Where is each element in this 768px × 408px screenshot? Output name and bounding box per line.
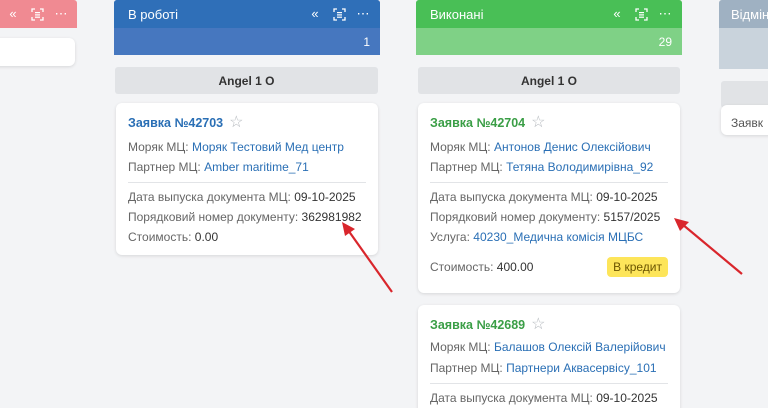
column-header-done: Виконані « ⋯ 29 xyxy=(416,0,682,55)
collapse-icon[interactable]: « xyxy=(308,7,322,21)
partner-label: Партнер МЦ: xyxy=(430,361,503,375)
star-icon[interactable]: ☆ xyxy=(229,115,243,131)
order-title[interactable]: Заявк xyxy=(731,116,763,130)
group-header[interactable]: Angel 1 O xyxy=(418,67,680,94)
partial-card-left[interactable] xyxy=(0,38,75,66)
order-title[interactable]: Заявка №42703 xyxy=(128,116,223,130)
seaman-link[interactable]: Балашов Олексій Валерійович xyxy=(494,340,666,354)
service-label: Услуга: xyxy=(430,230,470,244)
seaman-label: Моряк МЦ: xyxy=(128,140,189,154)
partner-link[interactable]: Amber maritime_71 xyxy=(204,160,309,174)
column-header-cancelled: Відмін xyxy=(719,0,768,69)
column-count: 29 xyxy=(658,34,672,49)
order-card-42703[interactable]: Заявка №42703 ☆ Моряк МЦ: Моряк Тестовий… xyxy=(116,103,378,255)
order-card-partial[interactable]: Заявк xyxy=(721,105,768,135)
divider xyxy=(430,182,668,183)
order-title[interactable]: Заявка №42704 xyxy=(430,116,525,130)
date-label: Дата выпуска документа МЦ: xyxy=(128,190,291,204)
group-header[interactable]: Angel 1 O xyxy=(115,67,378,94)
group-header[interactable] xyxy=(721,81,768,108)
column-title: Відмін xyxy=(731,6,768,22)
more-icon[interactable]: ⋯ xyxy=(356,7,370,21)
partner-label: Партнер МЦ: xyxy=(128,160,201,174)
select-icon[interactable] xyxy=(634,7,648,21)
order-card-42689[interactable]: Заявка №42689 ☆ Моряк МЦ: Балашов Олексі… xyxy=(418,305,680,408)
date-value: 09-10-2025 xyxy=(294,190,356,204)
cost-label: Стоимость: xyxy=(430,260,494,274)
more-icon[interactable]: ⋯ xyxy=(658,7,672,21)
seaman-label: Моряк МЦ: xyxy=(430,340,491,354)
column-header-in-progress: В роботі « ⋯ 1 xyxy=(114,0,380,55)
seaman-label: Моряк МЦ: xyxy=(430,140,491,154)
collapse-icon[interactable]: « xyxy=(6,7,20,21)
star-icon[interactable]: ☆ xyxy=(531,317,545,333)
docnum-label: Порядковий номер документу: xyxy=(128,210,299,224)
date-value: 09-10-2025 xyxy=(596,190,658,204)
cost-label: Стоимость: xyxy=(128,230,192,244)
more-icon[interactable]: ⋯ xyxy=(54,7,68,21)
star-icon[interactable]: ☆ xyxy=(531,115,545,131)
service-link[interactable]: 40230_Медична комісія МЦБС xyxy=(473,230,643,244)
column-count: 1 xyxy=(363,34,370,49)
cost-value: 400.00 xyxy=(496,260,534,274)
docnum-label: Порядковий номер документу: xyxy=(430,210,601,224)
partner-label: Партнер МЦ: xyxy=(430,160,503,174)
credit-badge: В кредит xyxy=(607,257,668,277)
divider xyxy=(128,182,366,183)
column-title: Виконані xyxy=(430,6,484,22)
docnum-value: 5157/2025 xyxy=(603,210,661,224)
docnum-value: 362981982 xyxy=(301,210,362,224)
collapse-icon[interactable]: « xyxy=(610,7,624,21)
column-header-cancelled-left: « ⋯ xyxy=(0,0,77,28)
date-label: Дата выпуска документа МЦ: xyxy=(430,190,593,204)
date-value: 09-10-2025 xyxy=(596,391,658,405)
column-title: В роботі xyxy=(128,6,178,22)
partner-link[interactable]: Партнери Аквасервісу_101 xyxy=(506,361,656,375)
date-label: Дата выпуска документа МЦ: xyxy=(430,391,593,405)
select-icon[interactable] xyxy=(332,7,346,21)
partner-link[interactable]: Тетяна Володимирівна_92 xyxy=(506,160,653,174)
cost-value: 0.00 xyxy=(194,230,219,244)
order-card-42704[interactable]: Заявка №42704 ☆ Моряк МЦ: Антонов Денис … xyxy=(418,103,680,293)
divider xyxy=(430,383,668,384)
seaman-link[interactable]: Моряк Тестовий Мед центр xyxy=(192,140,344,154)
order-title[interactable]: Заявка №42689 xyxy=(430,318,525,332)
select-icon[interactable] xyxy=(30,7,44,21)
seaman-link[interactable]: Антонов Денис Олексійович xyxy=(494,140,651,154)
